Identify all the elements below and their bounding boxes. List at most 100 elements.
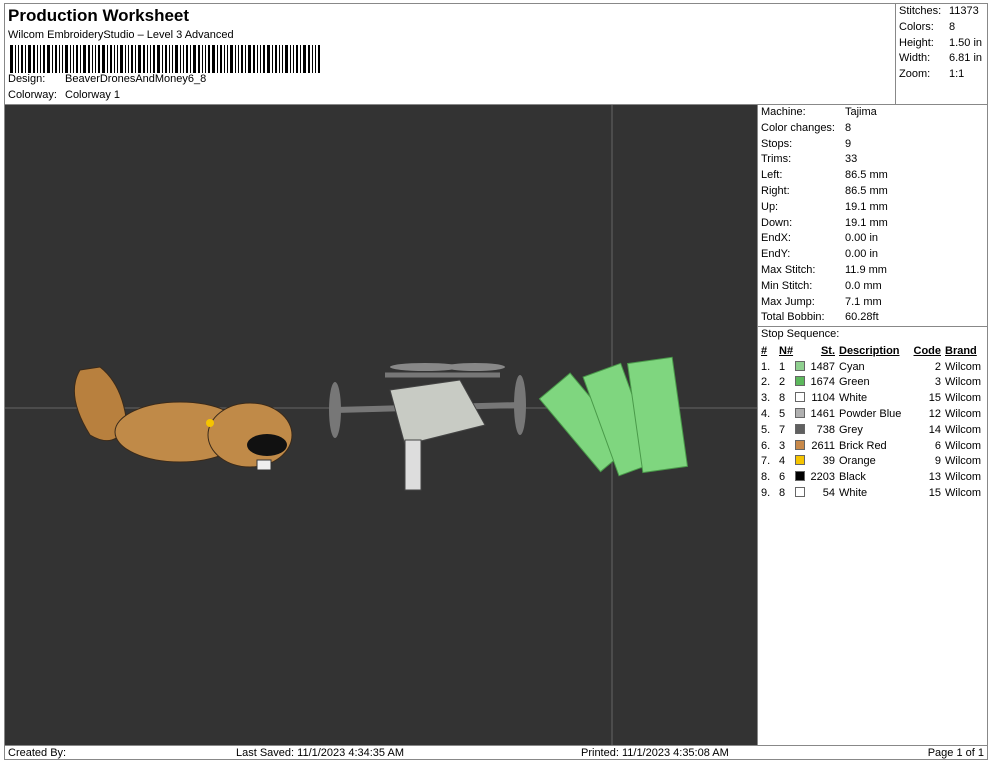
- color-code: 15: [928, 392, 941, 405]
- barcode-bar: [10, 45, 13, 73]
- stop-index: 1.: [761, 360, 771, 373]
- stitch-count: 738: [816, 423, 835, 436]
- barcode-bar: [175, 45, 178, 73]
- color-code: 9: [934, 455, 941, 468]
- color-description: Cyan: [839, 360, 865, 373]
- barcode-bar: [183, 45, 184, 73]
- page-number: Page 1 of 1: [927, 747, 984, 759]
- info-row: Up: 19.1 mm: [758, 200, 988, 216]
- barcode-bar: [98, 45, 100, 73]
- barcode-bar: [208, 45, 210, 73]
- stitch-count: 54: [822, 487, 835, 500]
- barcode-bar: [59, 45, 60, 73]
- barcode-bar: [157, 45, 160, 73]
- color-description: White: [839, 392, 868, 405]
- barcode-bar: [125, 45, 126, 73]
- brand: Wilcom: [945, 408, 982, 421]
- barcode-bar: [193, 45, 196, 73]
- stop-index: 6.: [761, 439, 771, 452]
- barcode-bar: [230, 45, 233, 73]
- needle-number: 4: [779, 455, 786, 468]
- color-code: 2: [934, 360, 941, 373]
- stitch-count: 2203: [810, 471, 835, 484]
- color-description: Grey: [839, 423, 863, 436]
- stitch-count: 2611: [811, 439, 835, 452]
- barcode-bar: [235, 45, 236, 73]
- color-swatch: [795, 471, 805, 482]
- color-description: Powder Blue: [839, 408, 902, 421]
- col-stitches: St.: [820, 344, 835, 357]
- barcode-bar: [120, 45, 123, 73]
- barcode-bar: [147, 45, 148, 73]
- info-row: Right: 86.5 mm: [758, 184, 988, 200]
- barcode-bar: [212, 45, 215, 73]
- drone-design: [329, 363, 526, 491]
- barcode-bar: [80, 45, 81, 73]
- barcode-bar: [224, 45, 225, 73]
- color-swatch: [795, 376, 805, 387]
- needle-number: 6: [779, 471, 786, 484]
- color-description: White: [839, 487, 868, 500]
- stitch-count: 1674: [810, 376, 835, 389]
- stat-row: Colors: 8: [896, 20, 988, 36]
- needle-number: 8: [779, 487, 786, 500]
- info-label: Left:: [761, 169, 783, 182]
- colorway-label: Colorway:: [8, 89, 57, 101]
- info-value: 7.1 mm: [845, 295, 882, 308]
- stop-row: 8. 6 2203 Black 13 Wilcom: [761, 469, 985, 485]
- brand: Wilcom: [945, 455, 982, 468]
- barcode-bar: [117, 45, 118, 73]
- barcode-bar: [245, 45, 246, 73]
- info-value: 9: [845, 137, 852, 150]
- info-row: Machine: Tajima: [758, 105, 988, 121]
- barcode-bar: [88, 45, 90, 73]
- info-label: Color changes:: [761, 121, 835, 134]
- barcode-bar: [165, 45, 167, 73]
- barcode-bar: [15, 45, 16, 73]
- barcode-bar: [153, 45, 155, 73]
- header: Production Worksheet Wilcom EmbroiderySt…: [5, 4, 895, 104]
- brand: Wilcom: [945, 392, 982, 405]
- barcode-bar: [300, 45, 301, 73]
- brand: Wilcom: [945, 376, 982, 389]
- barcode-bar: [198, 45, 200, 73]
- info-label: EndX:: [761, 232, 791, 245]
- page-title: Production Worksheet: [8, 6, 190, 25]
- brand: Wilcom: [945, 423, 982, 436]
- barcode-bar: [290, 45, 291, 73]
- barcode-bar: [318, 45, 320, 73]
- barcode-bar: [21, 45, 23, 73]
- info-row: Color changes: 8: [758, 121, 988, 137]
- barcode-bar: [114, 45, 115, 73]
- stats-box: Stitches: 11373 Colors: 8 Height: 1.50 in Widt…: [895, 4, 988, 104]
- barcode-bar: [62, 45, 63, 73]
- stop-row: 3. 8 1104 White 15 Wilcom: [761, 390, 985, 406]
- needle-number: 1: [779, 360, 786, 373]
- barcode-bar: [172, 45, 173, 73]
- info-label: Total Bobbin:: [761, 311, 825, 324]
- info-row: Max Jump: 7.1 mm: [758, 295, 988, 311]
- barcode-bar: [102, 45, 105, 73]
- barcode-bar: [263, 45, 265, 73]
- info-row: Trims: 33: [758, 152, 988, 168]
- barcode-bar: [272, 45, 273, 73]
- color-code: 13: [928, 471, 941, 484]
- colorway-value: Colorway 1: [65, 89, 121, 101]
- barcode-bar: [303, 45, 306, 73]
- info-row: EndY: 0.00 in: [758, 247, 988, 263]
- needle-number: 2: [779, 376, 786, 389]
- brand: Wilcom: [945, 487, 982, 500]
- info-value: 86.5 mm: [845, 184, 888, 197]
- col-needle: N#: [779, 344, 794, 357]
- barcode-bar: [275, 45, 277, 73]
- info-value: 0.00 in: [845, 248, 879, 261]
- color-description: Black: [839, 471, 866, 484]
- stitch-count: 1487: [810, 360, 835, 373]
- stat-value: 6.81 in: [949, 52, 983, 65]
- stop-row: 1. 1 1487 Cyan 2 Wilcom: [761, 359, 985, 375]
- barcode-bar: [241, 45, 243, 73]
- barcode-bar: [248, 45, 251, 73]
- barcode-bar: [190, 45, 191, 73]
- stat-value: 1.50 in: [949, 36, 983, 49]
- beaver-design: [73, 366, 293, 471]
